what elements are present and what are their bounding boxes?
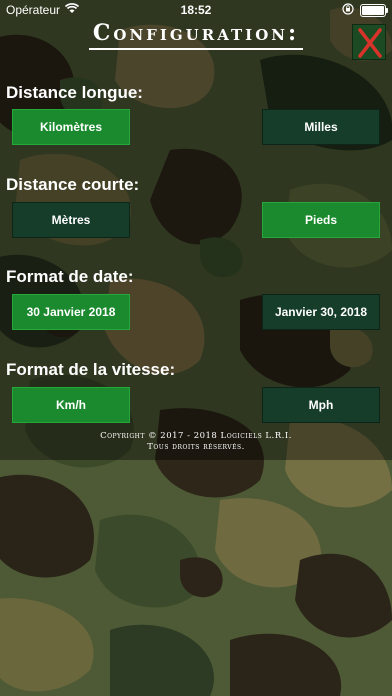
- option-kilometres[interactable]: Kilomètres: [12, 109, 130, 145]
- option-pieds[interactable]: Pieds: [262, 202, 380, 238]
- section-label-distance-courte: Distance courte:: [6, 175, 140, 194]
- status-right-group: [342, 3, 388, 18]
- status-bar: Opérateur 18:52: [0, 0, 392, 20]
- option-metres[interactable]: Mètres: [12, 202, 130, 238]
- option-date-mois-jour[interactable]: Janvier 30, 2018: [262, 294, 380, 330]
- battery-icon: [360, 4, 388, 17]
- section-label-distance-longue: Distance longue:: [6, 83, 143, 102]
- copyright-line-1: Copyright © 2017 - 2018 Logiciels L.R.I.: [100, 431, 292, 441]
- option-kmh[interactable]: Km/h: [12, 387, 130, 423]
- lock-rotation-icon: [342, 3, 354, 18]
- option-date-jour-mois[interactable]: 30 Janvier 2018: [12, 294, 130, 330]
- option-milles[interactable]: Milles: [262, 109, 380, 145]
- section-label-format-date: Format de date:: [6, 267, 134, 286]
- section-label-format-vitesse: Format de la vitesse:: [6, 360, 176, 379]
- copyright-line-2: Tous droits réservés.: [147, 442, 245, 452]
- close-icon: [358, 28, 382, 58]
- close-button[interactable]: [352, 24, 386, 60]
- status-time: 18:52: [180, 3, 212, 17]
- page-title: Configuration:: [0, 20, 392, 50]
- option-mph[interactable]: Mph: [262, 387, 380, 423]
